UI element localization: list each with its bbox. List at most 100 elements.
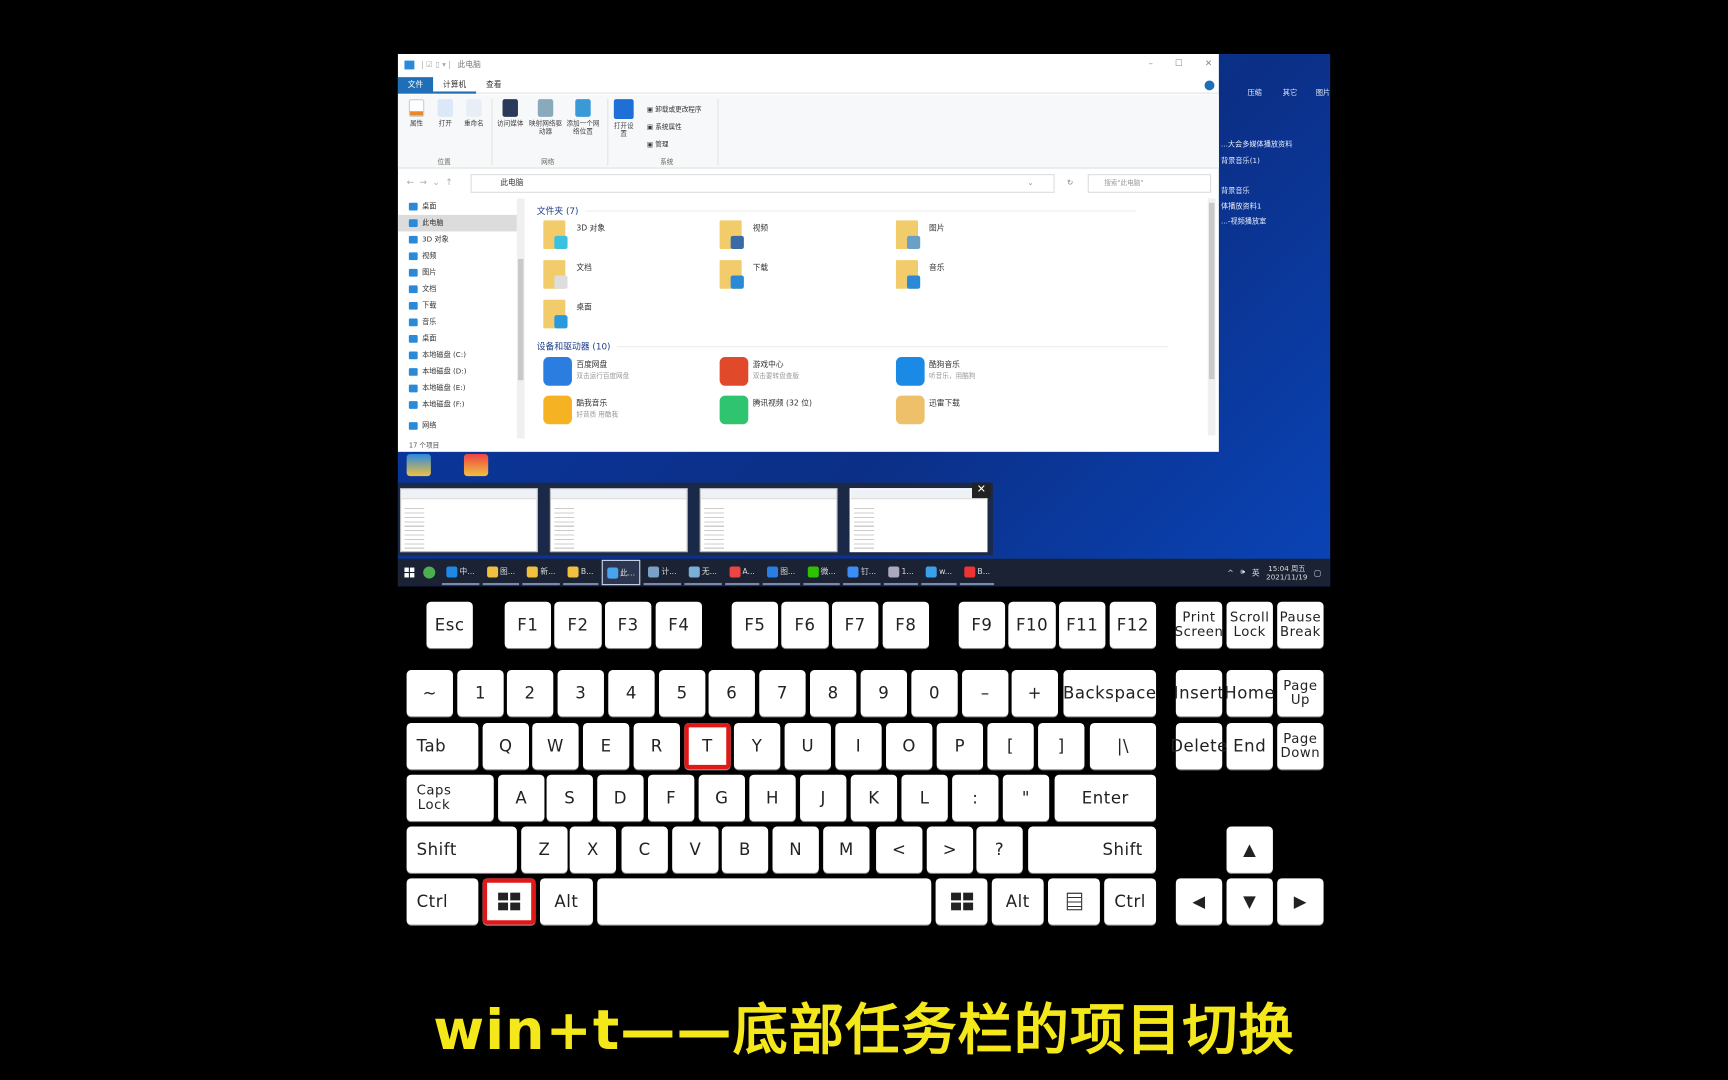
key-h[interactable]: H	[749, 774, 796, 822]
taskbar-item[interactable]: B...	[959, 560, 995, 586]
folder-item[interactable]: 桌面	[543, 299, 708, 335]
key-f9[interactable]: F9	[958, 601, 1006, 648]
key-x[interactable]: X	[569, 826, 617, 873]
key-sym[interactable]: ▶	[1277, 878, 1324, 925]
nav-item[interactable]: 本地磁盘 (D:)	[398, 364, 517, 381]
key-c[interactable]: C	[621, 826, 668, 873]
content-scrollbar[interactable]	[1207, 198, 1216, 436]
folder-item[interactable]: 图片	[895, 220, 1061, 255]
key-l[interactable]: L	[901, 774, 948, 822]
search-input[interactable]: 搜索"此电脑"	[1087, 174, 1212, 193]
device-item[interactable]: 酷我音乐 好音质 用酷我	[543, 395, 708, 431]
key-tab[interactable]: Tab	[406, 722, 479, 770]
maximize-button[interactable]: ☐	[1175, 58, 1183, 68]
key-s[interactable]: S	[546, 774, 593, 822]
key-o[interactable]: O	[886, 722, 933, 770]
nav-item[interactable]: 下载	[398, 298, 517, 315]
key-f2[interactable]: F2	[554, 601, 602, 648]
nav-item[interactable]: 音乐	[398, 314, 517, 331]
nav-item[interactable]: 此电脑	[397, 214, 517, 232]
key-m[interactable]: M	[823, 826, 870, 873]
tab-view[interactable]: 查看	[476, 77, 511, 94]
key-home[interactable]: Home	[1224, 670, 1275, 717]
address-bar[interactable]: 此电脑 ⌄ ↻	[470, 174, 1073, 193]
properties-button[interactable]: 属性	[401, 99, 432, 128]
rename-button[interactable]: 重命名	[458, 99, 489, 128]
key-k[interactable]: K	[850, 774, 898, 822]
thumbnail-close-button[interactable]: ✕	[971, 482, 991, 499]
key-pause-break[interactable]: Pause Break	[1277, 601, 1324, 648]
nav-item[interactable]: 桌面	[398, 331, 517, 348]
start-button[interactable]	[404, 567, 415, 578]
key-f11[interactable]: F11	[1059, 601, 1106, 648]
key-sym[interactable]: ?	[976, 826, 1023, 873]
key-backspace[interactable]: Backspace	[1063, 670, 1157, 717]
key-z[interactable]: Z	[521, 826, 568, 873]
device-item[interactable]: 游戏中心 双击要转盘查版	[719, 357, 885, 392]
nav-item[interactable]: 桌面	[398, 198, 517, 215]
key-e[interactable]: E	[582, 722, 630, 770]
quick-access-toolbar[interactable]: | ☑ ▯ ▾ |	[421, 60, 451, 69]
folder-item[interactable]: 下载	[719, 260, 885, 295]
key-sym[interactable]: –	[962, 670, 1009, 717]
taskbar-item[interactable]: 无...	[684, 560, 722, 586]
key-shift[interactable]: Shift	[406, 826, 517, 873]
key-f4[interactable]: F4	[655, 601, 702, 648]
key-page-down[interactable]: Page Down	[1277, 722, 1324, 770]
key-r[interactable]: R	[633, 722, 680, 770]
key-alt[interactable]: Alt	[539, 878, 593, 925]
nav-item[interactable]: 本地磁盘 (F:)	[398, 397, 517, 414]
key-sym[interactable]: "	[1002, 774, 1050, 822]
key-alt[interactable]: Alt	[991, 878, 1044, 925]
key-f7[interactable]: F7	[832, 601, 879, 648]
key-n[interactable]: N	[772, 826, 819, 873]
folder-item[interactable]: 视频	[719, 220, 885, 255]
nav-item[interactable]: 图片	[398, 264, 517, 281]
key-1[interactable]: 1	[457, 670, 504, 717]
key-shift[interactable]: Shift	[1028, 826, 1157, 873]
access-media-button[interactable]: 访问媒体	[495, 99, 526, 128]
nav-item[interactable]: 本地磁盘 (E:)	[398, 380, 517, 397]
key-ctrl[interactable]: Ctrl	[406, 878, 479, 925]
tab-computer[interactable]: 计算机	[433, 77, 477, 94]
device-item[interactable]: 酷狗音乐 听音乐，用酷狗	[895, 357, 1061, 392]
key-a[interactable]: A	[498, 774, 545, 822]
key-3[interactable]: 3	[557, 670, 604, 717]
key-scroll-lock[interactable]: Scroll Lock	[1226, 601, 1273, 648]
key-space[interactable]	[597, 878, 932, 925]
key-end[interactable]: End	[1226, 722, 1273, 770]
nav-item[interactable]: 文档	[398, 281, 517, 298]
desktop-icon[interactable]	[406, 454, 431, 477]
folders-header[interactable]: 文件夹 (7)	[537, 205, 1135, 217]
window-thumbnail-selected[interactable]	[849, 488, 988, 553]
key-2[interactable]: 2	[506, 670, 554, 717]
key-8[interactable]: 8	[809, 670, 857, 717]
key-p[interactable]: P	[936, 722, 984, 770]
key-sym[interactable]: |\	[1089, 722, 1157, 770]
taskbar-item[interactable]: 计...	[643, 560, 681, 586]
manage-button[interactable]: ▣ 管理	[647, 137, 702, 155]
window-thumbnail[interactable]	[549, 488, 688, 553]
key-menu[interactable]	[1048, 878, 1100, 925]
desktop-icon[interactable]	[463, 454, 489, 477]
key-f5[interactable]: F5	[731, 601, 779, 648]
key-sym[interactable]: ◀	[1175, 878, 1223, 925]
nav-item[interactable]: 本地磁盘 (C:)	[398, 347, 517, 364]
key-y[interactable]: Y	[733, 722, 781, 770]
key-f6[interactable]: F6	[781, 601, 829, 648]
app-icon[interactable]	[423, 566, 436, 579]
key-esc[interactable]: Esc	[426, 601, 473, 648]
key-d[interactable]: D	[597, 774, 644, 822]
key-0[interactable]: 0	[911, 670, 958, 717]
nav-item[interactable]: 3D 对象	[398, 231, 517, 248]
key-b[interactable]: B	[721, 826, 769, 873]
key-f1[interactable]: F1	[504, 601, 552, 648]
key-u[interactable]: U	[784, 722, 831, 770]
add-network-location-button[interactable]: 添加一个网络位置	[565, 99, 600, 136]
nav-arrows[interactable]: ←→⌄↑	[407, 177, 459, 187]
key-5[interactable]: 5	[659, 670, 706, 717]
key-g[interactable]: G	[698, 774, 745, 822]
key-sym[interactable]: ]	[1038, 722, 1085, 770]
nav-item[interactable]: 视频	[398, 248, 517, 265]
taskbar-item[interactable]: 1...	[883, 560, 919, 586]
